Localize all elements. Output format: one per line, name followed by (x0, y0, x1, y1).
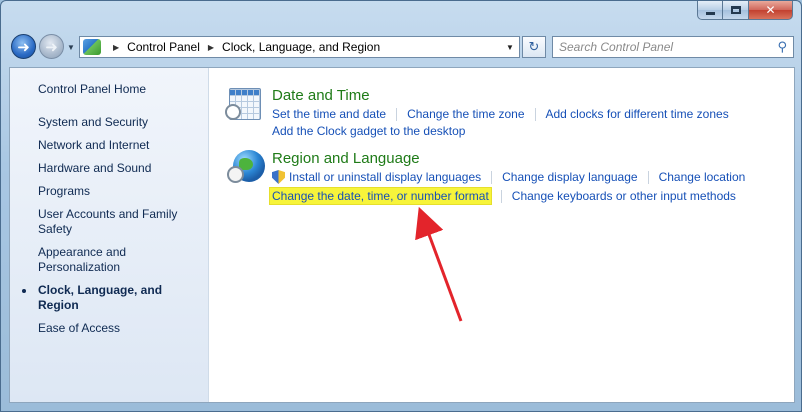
sidebar-item-clock-language-region[interactable]: Clock, Language, and Region (22, 283, 203, 313)
title-bar: ✕ (1, 1, 801, 29)
address-dropdown-icon[interactable]: ▼ (501, 37, 519, 57)
forward-arrow-icon: ➜ (45, 38, 58, 56)
date-time-links-row2: Add the Clock gadget to the desktop (272, 124, 465, 138)
search-input[interactable]: Search Control Panel ⚲ (552, 36, 794, 58)
link-change-time-zone[interactable]: Change the time zone (407, 107, 524, 121)
link-change-keyboards[interactable]: Change keyboards or other input methods (512, 189, 736, 203)
close-icon: ✕ (765, 3, 776, 17)
minimize-icon (705, 11, 715, 15)
sidebar-item-appearance[interactable]: Appearance and Personalization (38, 245, 138, 275)
clock-icon (227, 166, 244, 183)
link-separator (491, 170, 493, 184)
breadcrumb-chevron-icon[interactable]: ▶ (113, 43, 119, 52)
minimize-button[interactable] (697, 1, 723, 20)
content-area: Control Panel Home System and Security N… (9, 67, 795, 403)
sidebar-item-ease-of-access[interactable]: Ease of Access (38, 321, 203, 336)
link-separator (647, 170, 649, 184)
breadcrumb-chevron-icon[interactable]: ▶ (208, 43, 214, 52)
link-add-clocks[interactable]: Add clocks for different time zones (546, 107, 729, 121)
window-controls: ✕ (697, 1, 793, 20)
link-add-clock-gadget[interactable]: Add the Clock gadget to the desktop (272, 124, 465, 138)
main-pane: Date and Time Set the time and date Chan… (210, 68, 794, 402)
search-placeholder: Search Control Panel (559, 40, 674, 54)
category-title-region-language[interactable]: Region and Language (272, 150, 420, 167)
date-time-links-row1: Set the time and date Change the time zo… (272, 107, 729, 121)
sidebar-item-programs[interactable]: Programs (38, 184, 203, 199)
link-set-time-date[interactable]: Set the time and date (272, 107, 386, 121)
back-button[interactable]: ➜ (11, 34, 36, 59)
recent-pages-dropdown[interactable]: ▼ (67, 43, 75, 52)
link-change-date-time-number-format[interactable]: Change the date, time, or number format (270, 188, 491, 204)
sidebar-item-hardware-sound[interactable]: Hardware and Sound (38, 161, 203, 176)
refresh-icon: ↻ (528, 39, 540, 54)
sidebar-home-link[interactable]: Control Panel Home (38, 82, 146, 96)
globe-clock-icon[interactable] (227, 150, 265, 183)
window-frame: ✕ ➜ ➜ ▼ ▶ Control Panel ▶ Clock, Languag… (0, 0, 802, 412)
link-separator (396, 107, 398, 121)
sidebar-item-network-internet[interactable]: Network and Internet (38, 138, 203, 153)
search-icon[interactable]: ⚲ (777, 39, 787, 55)
breadcrumb-control-panel[interactable]: Control Panel (127, 40, 200, 54)
clock-icon (225, 104, 241, 120)
maximize-icon (730, 6, 741, 14)
forward-button[interactable]: ➜ (39, 34, 64, 59)
address-bar[interactable]: ▶ Control Panel ▶ Clock, Language, and R… (79, 36, 520, 58)
sidebar-list: System and Security Network and Internet… (22, 115, 203, 344)
category-title-date-time[interactable]: Date and Time (272, 87, 370, 104)
uac-shield-icon (272, 170, 285, 184)
link-install-languages[interactable]: Install or uninstall display languages (289, 170, 481, 184)
close-button[interactable]: ✕ (749, 1, 793, 20)
calendar-clock-icon[interactable] (225, 88, 261, 120)
sidebar-item-system-security[interactable]: System and Security (38, 115, 203, 130)
link-separator (500, 189, 502, 203)
sidebar-item-user-accounts[interactable]: User Accounts and Family Safety (38, 207, 188, 237)
breadcrumb-clock-language-region[interactable]: Clock, Language, and Region (222, 40, 380, 54)
region-language-links-row2: Change the date, time, or number format … (270, 188, 736, 204)
link-change-location[interactable]: Change location (659, 170, 746, 184)
sidebar: Control Panel Home System and Security N… (10, 68, 209, 402)
link-change-display-language[interactable]: Change display language (502, 170, 637, 184)
control-panel-icon (83, 39, 101, 55)
back-arrow-icon: ➜ (17, 38, 30, 56)
refresh-button[interactable]: ↻ (522, 36, 546, 58)
navigation-bar: ➜ ➜ ▼ ▶ Control Panel ▶ Clock, Language,… (1, 31, 801, 63)
region-language-links-row1: Install or uninstall display languages C… (272, 170, 745, 184)
maximize-button[interactable] (723, 1, 749, 20)
link-separator (534, 107, 536, 121)
